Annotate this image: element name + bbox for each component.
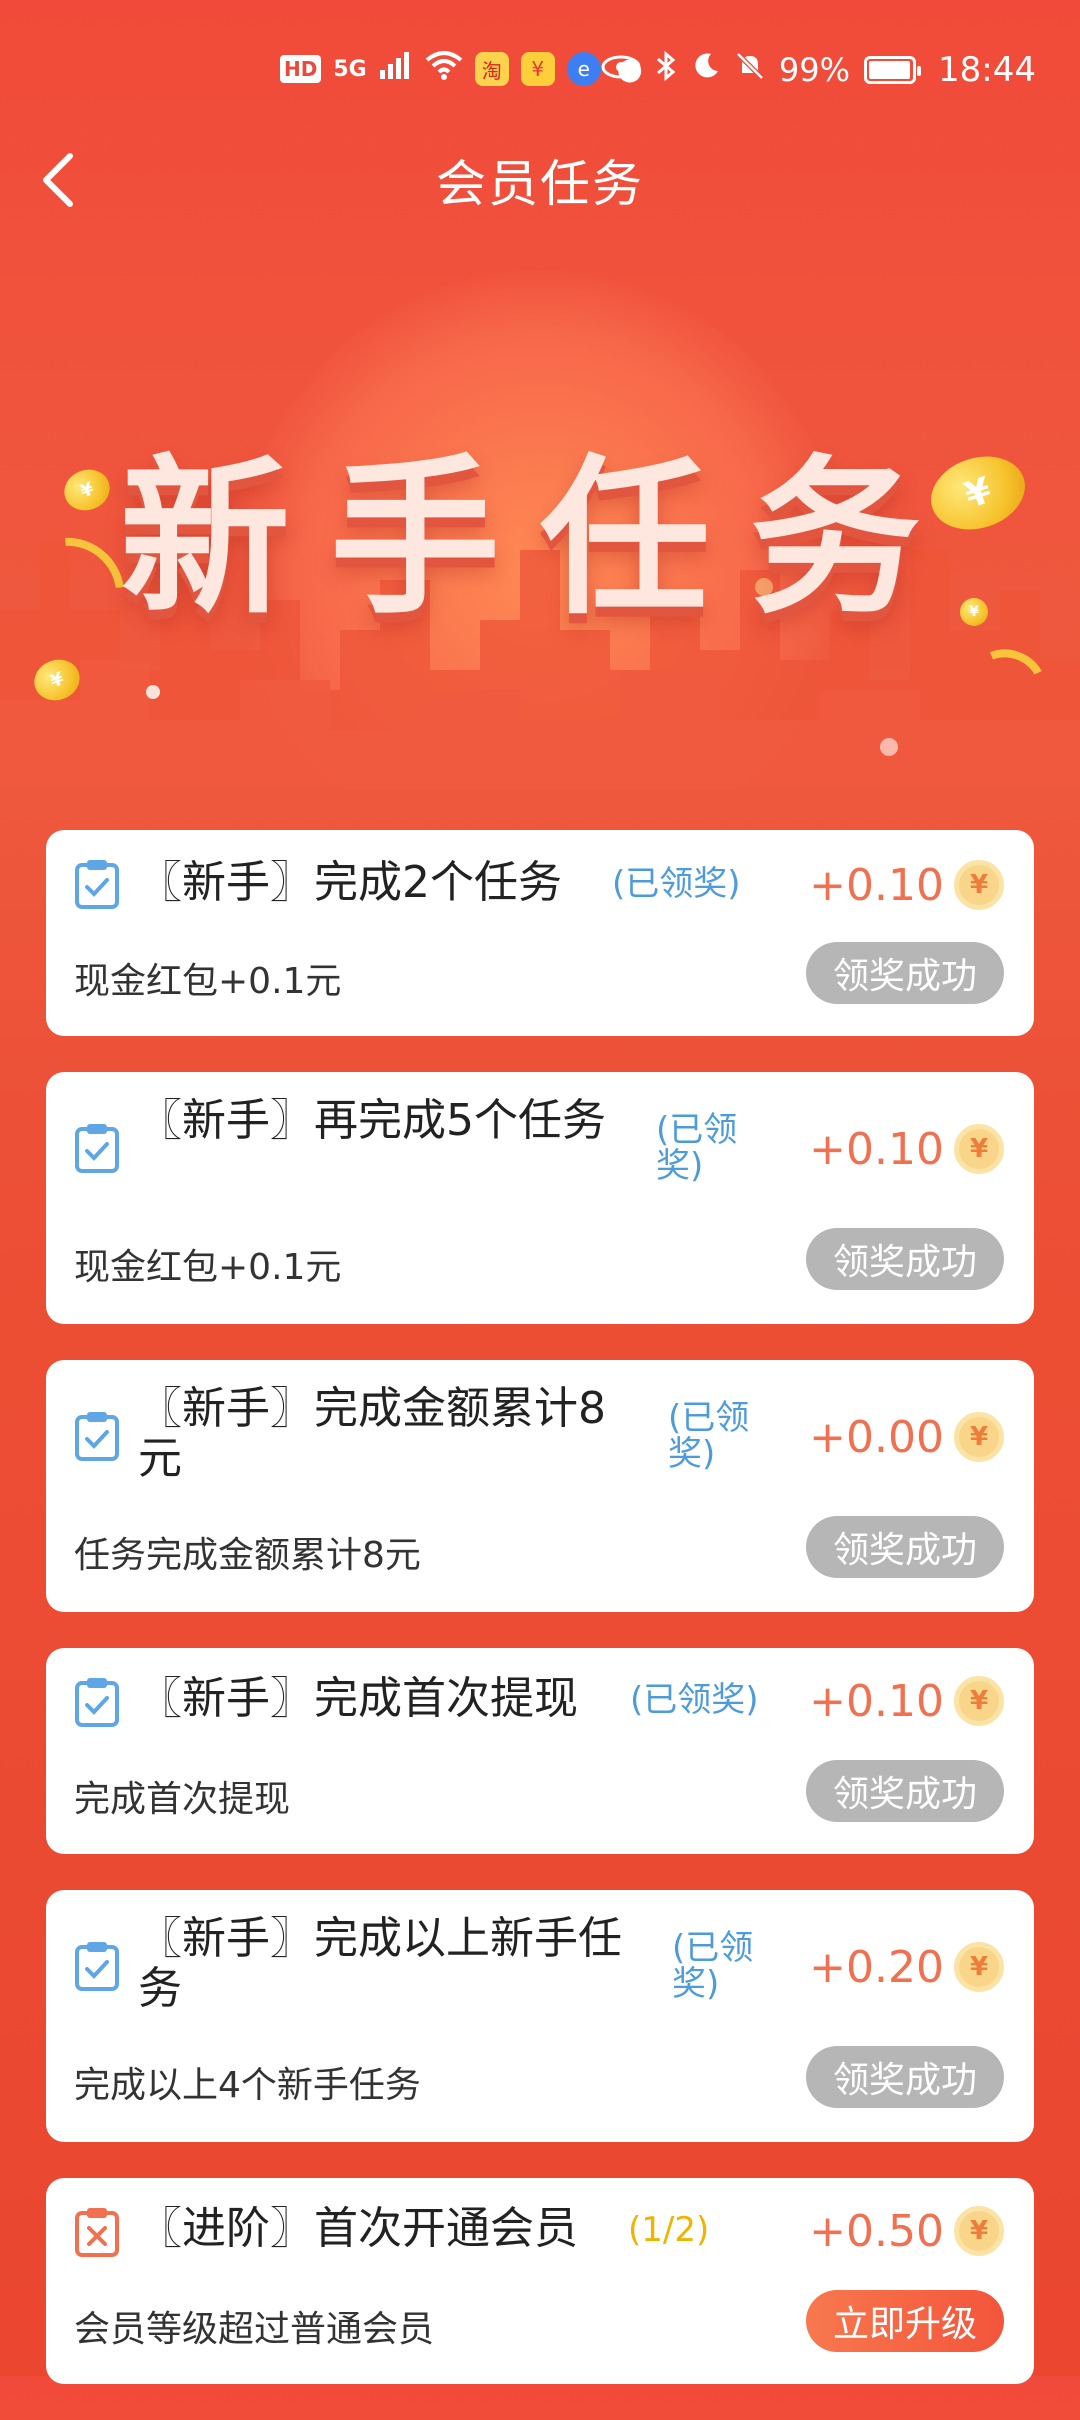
page-title: 会员任务 [436, 155, 644, 213]
claimed-button[interactable]: 领奖成功 [806, 1760, 1004, 1822]
moon-icon [691, 51, 721, 89]
decor-dot [146, 685, 160, 699]
browser-icon: e [566, 52, 601, 86]
task-card: 〖新手〗完成首次提现 (已领奖) +0.10 ¥ 完成首次提现 领奖成功 [46, 1648, 1034, 1854]
task-reward: +0.10 [809, 1124, 944, 1175]
task-card: 〖进阶〗首次开通会员 (1/2) +0.50 ¥ 会员等级超过普通会员 立即升级 [46, 2178, 1034, 2384]
task-title: 〖新手〗完成以上新手任务 [138, 1913, 622, 2014]
task-status: (已领奖) [630, 1680, 759, 1720]
task-status: (已领奖) [612, 864, 741, 904]
task-progress: (1/2) [628, 2210, 710, 2250]
task-description: 现金红包+0.1元 [74, 1247, 342, 1288]
coin-icon: ¥ [954, 1676, 1004, 1726]
clipboard-check-icon [75, 1942, 119, 1991]
bluetooth-icon [655, 50, 677, 90]
task-status: (已领奖) [668, 1398, 750, 1474]
upgrade-now-button[interactable]: 立即升级 [806, 2290, 1004, 2352]
coin-icon: ¥ [954, 1942, 1004, 1992]
signal-bars-icon [379, 50, 413, 88]
task-card: 〖新手〗完成金额累计8元 (已领奖) +0.00 ¥ 任务完成金额累计8元 领奖… [46, 1360, 1034, 1612]
status-bar-left: HD 5G 淘 ¥ e ● [280, 50, 647, 88]
coin-icon: ¥ [954, 1124, 1004, 1174]
task-reward: +0.20 [809, 1942, 944, 1993]
signal-5g-icon: 5G [333, 56, 367, 82]
clipboard-check-icon [75, 860, 119, 909]
wifi-icon [425, 50, 463, 88]
coin-icon: ¥ [954, 2206, 1004, 2256]
status-bar: HD 5G 淘 ¥ e ● 99% 18:44 [0, 0, 1080, 110]
task-card: 〖新手〗完成2个任务 (已领奖) +0.10 ¥ 现金红包+0.1元 领奖成功 [46, 830, 1034, 1036]
task-description: 会员等级超过普通会员 [74, 2309, 435, 2350]
task-reward: +0.10 [809, 860, 944, 911]
clipboard-x-icon [75, 2208, 119, 2257]
mute-bell-icon [735, 51, 765, 89]
task-status: (已领奖) [672, 1928, 754, 2004]
claimed-button[interactable]: 领奖成功 [806, 2046, 1004, 2108]
decor-dot [880, 738, 898, 756]
task-list: 〖新手〗完成2个任务 (已领奖) +0.10 ¥ 现金红包+0.1元 领奖成功 … [46, 830, 1034, 2420]
task-description: 完成以上4个新手任务 [74, 2065, 421, 2106]
red-envelope-icon: ¥ [520, 52, 555, 86]
newbie-task-banner: ¥ ¥ ¥ ¥ 新手任务 [0, 230, 1080, 790]
claimed-button[interactable]: 领奖成功 [806, 942, 1004, 1004]
eye-icon [601, 53, 641, 88]
task-title: 〖新手〗完成2个任务 [138, 857, 562, 908]
task-title: 〖新手〗再完成5个任务 [138, 1095, 606, 1146]
task-reward: +0.10 [809, 1676, 944, 1727]
clock: 18:44 [938, 50, 1036, 90]
task-card: 〖新手〗再完成5个任务 (已领奖) +0.10 ¥ 现金红包+0.1元 领奖成功 [46, 1072, 1034, 1324]
app-notification-icon: 淘 [474, 52, 509, 86]
clipboard-check-icon [75, 1678, 119, 1727]
battery-percent: 99% [778, 51, 851, 89]
status-bar-right: 99% 18:44 [601, 50, 1036, 90]
banner-title: 新手任务 [119, 440, 960, 638]
task-status: (已领奖) [656, 1110, 738, 1186]
task-description: 现金红包+0.1元 [74, 961, 342, 1002]
claimed-button[interactable]: 领奖成功 [806, 1228, 1004, 1290]
task-title: 〖新手〗完成金额累计8元 [138, 1383, 606, 1484]
clipboard-check-icon [75, 1124, 119, 1173]
coin-icon: ¥ [954, 860, 1004, 910]
task-reward: +0.00 [809, 1412, 944, 1463]
task-title: 〖进阶〗首次开通会员 [138, 2203, 578, 2254]
battery-icon [864, 56, 922, 84]
navigation-bar: 会员任务 [0, 130, 1080, 220]
task-description: 任务完成金额累计8元 [74, 1535, 421, 1576]
task-card: 〖新手〗完成以上新手任务 (已领奖) +0.20 ¥ 完成以上4个新手任务 领奖… [46, 1890, 1034, 2142]
task-title: 〖新手〗完成首次提现 [138, 1673, 578, 1724]
task-description: 完成首次提现 [74, 1779, 291, 1820]
claimed-button[interactable]: 领奖成功 [806, 1516, 1004, 1578]
hd-badge: HD [280, 55, 322, 83]
task-reward: +0.50 [809, 2206, 944, 2257]
coin-icon: ¥ [954, 1412, 1004, 1462]
clipboard-check-icon [75, 1412, 119, 1461]
